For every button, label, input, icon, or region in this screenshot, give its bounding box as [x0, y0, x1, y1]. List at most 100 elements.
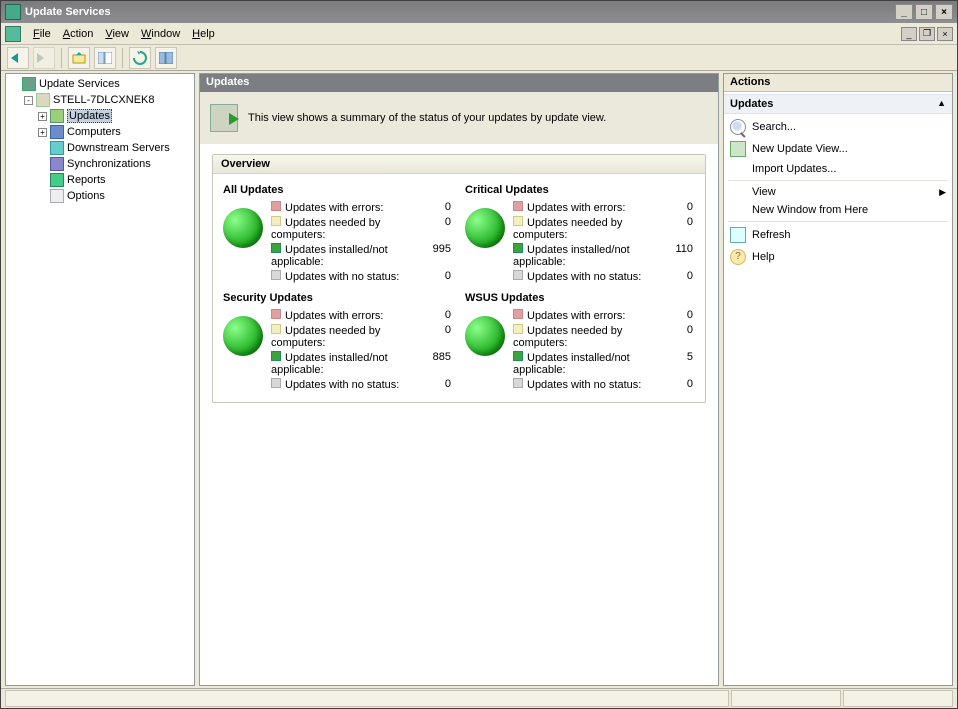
tree-options[interactable]: Options [36, 188, 192, 204]
needed-value: 0 [423, 323, 453, 350]
close-button[interactable]: × [935, 4, 953, 20]
errors-value: 0 [665, 200, 695, 215]
installed-swatch-icon [513, 351, 523, 361]
menu-view[interactable]: View [99, 26, 135, 42]
collapse-icon: ▲ [937, 98, 946, 110]
tree-updates[interactable]: + Updates [36, 108, 192, 124]
tree-downstream[interactable]: Downstream Servers [36, 140, 192, 156]
content-area: Update Services - STELL-7DLCXNEK8 + Upda… [1, 71, 957, 688]
tree-label: Reports [67, 174, 106, 186]
action-search[interactable]: Search... [724, 116, 952, 138]
tree-label: Synchronizations [67, 158, 151, 170]
toolbar-separator [122, 48, 123, 68]
refresh-button[interactable] [129, 47, 151, 69]
main-description-bar: This view shows a summary of the status … [200, 92, 718, 144]
installed-value: 885 [423, 350, 453, 377]
tree-sync[interactable]: Synchronizations [36, 156, 192, 172]
action-label: Search... [752, 121, 796, 133]
minimize-button[interactable]: _ [895, 4, 913, 20]
menu-action[interactable]: Action [57, 26, 100, 42]
action-refresh[interactable]: Refresh [724, 224, 952, 246]
separator [728, 221, 948, 222]
card-title: WSUS Updates [465, 292, 695, 304]
expander-icon[interactable]: - [24, 96, 33, 105]
stats-table: Updates with errors:0Updates needed by c… [269, 308, 453, 392]
mdi-close-button[interactable]: × [937, 27, 953, 41]
console-icon [5, 26, 21, 42]
sync-icon [50, 157, 64, 171]
needed-value: 0 [665, 323, 695, 350]
tree-computers[interactable]: + Computers [36, 124, 192, 140]
downstream-icon [50, 141, 64, 155]
main-header: Updates [200, 74, 718, 92]
action-label: Refresh [752, 229, 791, 241]
menu-file[interactable]: File [27, 26, 57, 42]
server-icon [36, 93, 50, 107]
tree-label: Updates [67, 109, 112, 123]
tree-label: STELL-7DLCXNEK8 [53, 94, 155, 106]
needed-swatch-icon [271, 216, 281, 226]
nostatus-swatch-icon [513, 270, 523, 280]
separator [728, 180, 948, 181]
menu-help[interactable]: Help [186, 26, 221, 42]
tree-root[interactable]: Update Services [8, 76, 192, 92]
window-title: Update Services [25, 6, 111, 18]
needed-value: 0 [423, 215, 453, 242]
main-description: This view shows a summary of the status … [248, 112, 606, 124]
card-title: All Updates [223, 184, 453, 196]
installed-swatch-icon [271, 351, 281, 361]
installed-value: 5 [665, 350, 695, 377]
menu-window[interactable]: Window [135, 26, 186, 42]
help-icon: ? [730, 249, 746, 265]
actions-section-header[interactable]: Updates ▲ [724, 94, 952, 114]
actions-header: Actions [724, 74, 952, 92]
tree-panel: Update Services - STELL-7DLCXNEK8 + Upda… [5, 73, 195, 686]
errors-value: 0 [665, 308, 695, 323]
action-new-window[interactable]: New Window from Here [724, 201, 952, 219]
errors-value: 0 [423, 308, 453, 323]
toolbar [1, 45, 957, 71]
overview-card: Critical UpdatesUpdates with errors:0Upd… [459, 180, 701, 288]
maximize-button[interactable]: □ [915, 4, 933, 20]
overview-box: Overview All UpdatesUpdates with errors:… [212, 154, 706, 403]
card-title: Critical Updates [465, 184, 695, 196]
app-icon [5, 4, 21, 20]
submenu-arrow-icon: ▶ [939, 187, 946, 198]
status-indicator-icon [223, 208, 263, 248]
installed-value: 995 [423, 242, 453, 269]
nostatus-value: 0 [665, 377, 695, 392]
updates-icon [50, 109, 64, 123]
action-new-update-view[interactable]: New Update View... [724, 138, 952, 160]
expander-icon[interactable]: + [38, 128, 47, 137]
needed-swatch-icon [513, 324, 523, 334]
tree-label: Options [67, 190, 105, 202]
nostatus-swatch-icon [271, 270, 281, 280]
actions-section-title: Updates [730, 98, 773, 110]
card-title: Security Updates [223, 292, 453, 304]
errors-swatch-icon [513, 201, 523, 211]
reports-icon [50, 173, 64, 187]
stats-table: Updates with errors:0Updates needed by c… [511, 308, 695, 392]
tree-reports[interactable]: Reports [36, 172, 192, 188]
titlebar: Update Services _ □ × [1, 1, 957, 23]
tree-server[interactable]: - STELL-7DLCXNEK8 [22, 92, 192, 108]
installed-swatch-icon [271, 243, 281, 253]
needed-swatch-icon [513, 216, 523, 226]
overview-card: Security Updates Updates with errors:0Upd… [217, 288, 459, 396]
properties-button[interactable] [155, 47, 177, 69]
status-cell [731, 690, 841, 707]
action-help[interactable]: ? Help [724, 246, 952, 268]
action-label: Help [752, 251, 775, 263]
up-button[interactable] [68, 47, 90, 69]
main-panel: Updates This view shows a summary of the… [199, 73, 719, 686]
action-label: New Window from Here [752, 204, 868, 216]
action-import-updates[interactable]: Import Updates... [724, 160, 952, 178]
action-view[interactable]: View ▶ [724, 183, 952, 201]
back-button[interactable] [7, 47, 29, 69]
action-label: New Update View... [752, 143, 848, 155]
expander-icon[interactable]: + [38, 112, 47, 121]
mdi-restore-button[interactable]: ❐ [919, 27, 935, 41]
nostatus-swatch-icon [513, 378, 523, 388]
mdi-minimize-button[interactable]: _ [901, 27, 917, 41]
show-hide-tree-button[interactable] [94, 47, 116, 69]
